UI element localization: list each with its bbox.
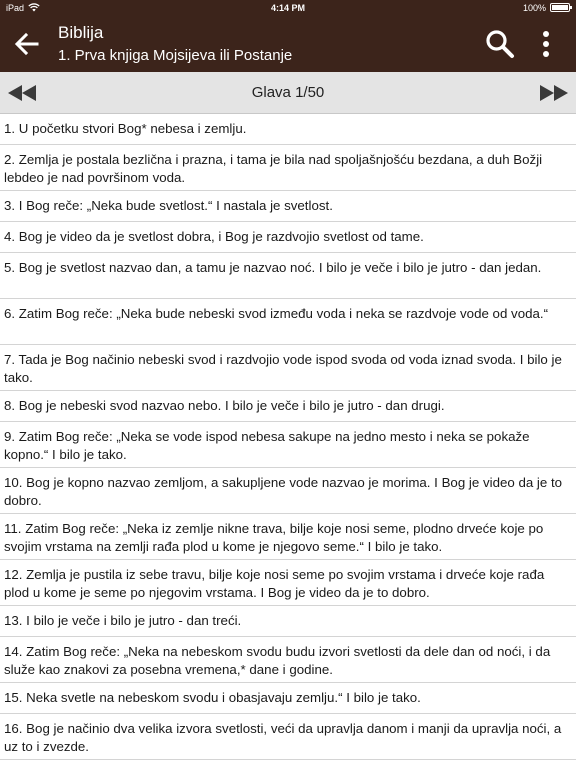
battery-icon xyxy=(550,3,572,12)
verse-item[interactable]: 1. U početku stvori Bog* nebesa i zemlju… xyxy=(0,114,576,145)
verse-item[interactable]: 6. Zatim Bog reče: „Neka bude nebeski sv… xyxy=(0,299,576,345)
verse-item[interactable]: 5. Bog je svetlost nazvao dan, a tamu je… xyxy=(0,253,576,299)
status-time: 4:14 PM xyxy=(270,2,305,13)
status-bar: iPad 4:14 PM 100% xyxy=(0,0,576,15)
verse-item[interactable]: 13. I bilo je veče i bilo je jutro - dan… xyxy=(0,606,576,637)
verse-list: 1. U početku stvori Bog* nebesa i zemlju… xyxy=(0,114,576,768)
next-chapter-button[interactable] xyxy=(538,83,570,103)
back-button[interactable] xyxy=(12,29,42,59)
header-titles: Biblija 1. Prva knjiga Mojsijeva ili Pos… xyxy=(58,23,292,65)
wifi-icon xyxy=(28,3,40,12)
verse-item[interactable]: 16. Bog je načinio dva velika izvora sve… xyxy=(0,714,576,760)
device-label: iPad xyxy=(6,2,25,13)
verse-item[interactable]: 9. Zatim Bog reče: „Neka se vode ispod n… xyxy=(0,422,576,468)
app-title: Biblija xyxy=(58,23,104,42)
dot-icon xyxy=(543,51,549,57)
dot-icon xyxy=(543,31,549,37)
verse-item[interactable]: 10. Bog je kopno nazvao zemljom, a sakup… xyxy=(0,468,576,514)
verse-item[interactable]: 15. Neka svetle na nebeskom svodu i obas… xyxy=(0,683,576,714)
verse-item[interactable]: 3. I Bog reče: „Neka bude svetlost.“ I n… xyxy=(0,191,576,222)
verse-item[interactable]: 17. Tako ih je Bog postavio na nebeski s… xyxy=(0,760,576,768)
dot-icon xyxy=(543,41,549,47)
verse-item[interactable]: 7. Tada je Bog načinio nebeski svod i ra… xyxy=(0,345,576,391)
book-title: 1. Prva knjiga Mojsijeva ili Postanje xyxy=(58,47,293,64)
verse-item[interactable]: 2. Zemlja je postala bezlična i prazna, … xyxy=(0,145,576,191)
search-icon xyxy=(486,30,514,58)
verse-item[interactable]: 11. Zatim Bog reče: „Neka iz zemlje nikn… xyxy=(0,514,576,560)
battery-percent: 100% xyxy=(522,2,546,13)
rewind-icon xyxy=(8,85,36,101)
verse-item[interactable]: 8. Bog je nebeski svod nazvao nebo. I bi… xyxy=(0,391,576,422)
fast-forward-icon xyxy=(540,85,568,101)
arrow-left-icon xyxy=(14,32,39,56)
verse-item[interactable]: 4. Bog je video da je svetlost dobra, i … xyxy=(0,222,576,253)
verse-item[interactable]: 12. Zemlja je pustila iz sebe travu, bil… xyxy=(0,560,576,606)
chapter-navigation: Glava 1/50 xyxy=(0,72,576,114)
more-options-button[interactable] xyxy=(536,28,556,60)
status-right: 100% xyxy=(522,2,572,13)
previous-chapter-button[interactable] xyxy=(6,83,38,103)
app-bar: Biblija 1. Prva knjiga Mojsijeva ili Pos… xyxy=(0,15,576,72)
verse-item[interactable]: 14. Zatim Bog reče: „Neka na nebeskom sv… xyxy=(0,637,576,683)
chapter-label: Glava 1/50 xyxy=(251,84,325,101)
status-left: iPad xyxy=(6,3,40,13)
search-button[interactable] xyxy=(484,28,516,60)
